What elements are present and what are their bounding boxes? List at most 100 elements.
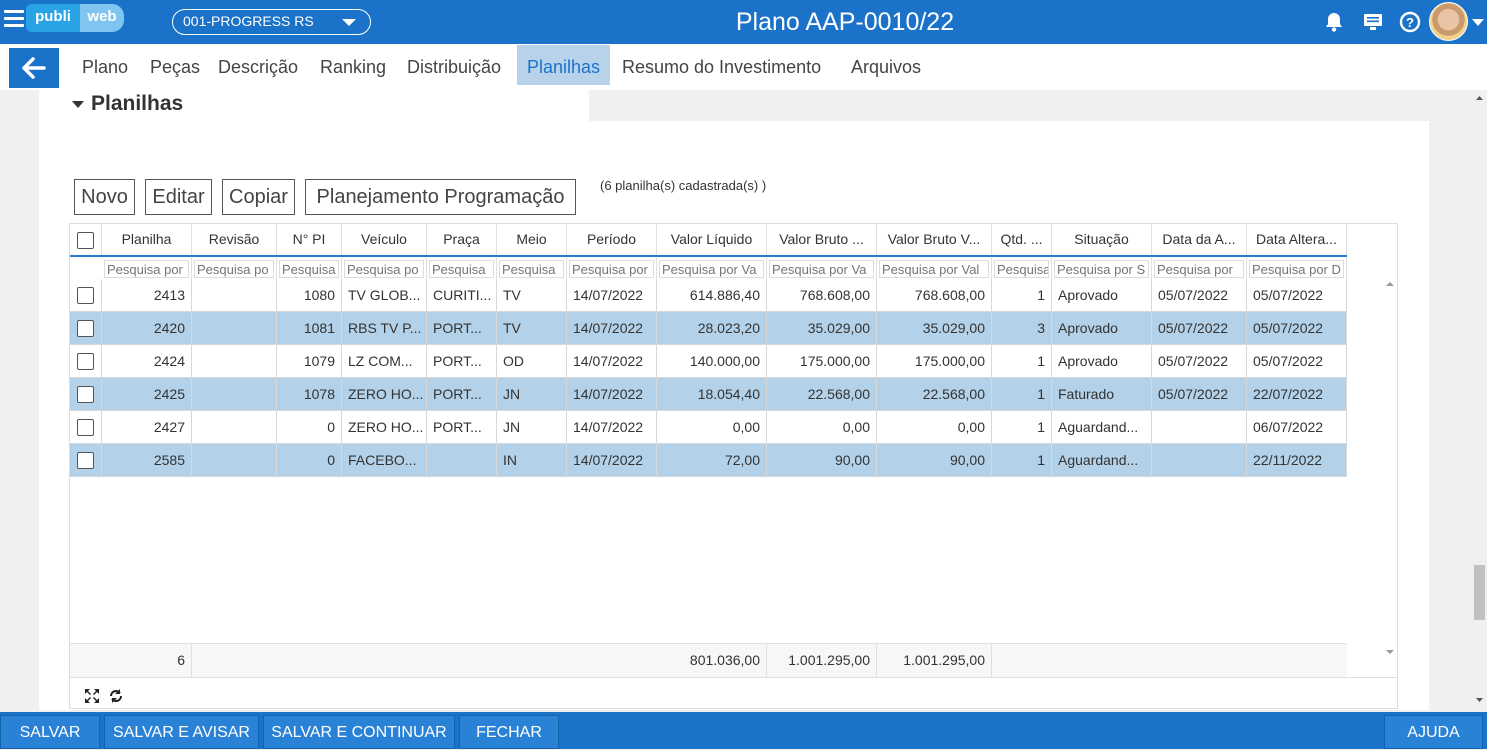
- fechar-button[interactable]: FECHAR: [459, 715, 559, 749]
- column-header[interactable]: Valor Bruto V...: [877, 224, 992, 255]
- filter-input[interactable]: [499, 260, 564, 278]
- help-icon[interactable]: ?: [1399, 11, 1421, 33]
- tab-descricao[interactable]: Descrição: [208, 45, 308, 85]
- column-header[interactable]: Meio: [497, 224, 567, 255]
- planilhas-grid: Planilha Revisão N° PI Veículo Praça Mei…: [69, 223, 1398, 709]
- filter-cell: [497, 258, 567, 280]
- tab-plano[interactable]: Plano: [72, 45, 138, 85]
- refresh-icon[interactable]: [108, 688, 124, 704]
- editar-button[interactable]: Editar: [145, 179, 212, 215]
- grid-toolbar: [70, 677, 1397, 708]
- table-row[interactable]: 2585 0 FACEBO... IN 14/07/2022 72,00 90,…: [70, 444, 1347, 477]
- bell-icon[interactable]: [1323, 11, 1345, 33]
- cell-n-pi: 0: [277, 411, 342, 444]
- row-checkbox-cell[interactable]: [70, 444, 102, 477]
- column-header[interactable]: Valor Líquido: [657, 224, 767, 255]
- chevron-down-icon[interactable]: [1472, 19, 1484, 26]
- row-checkbox[interactable]: [77, 386, 94, 403]
- column-header[interactable]: Data Altera...: [1247, 224, 1347, 255]
- cell-periodo: 14/07/2022: [567, 279, 657, 312]
- cell-data-alteracao: 22/11/2022: [1247, 444, 1347, 477]
- cell-veiculo: TV GLOB...: [342, 279, 427, 312]
- filter-input[interactable]: [1249, 260, 1344, 278]
- grid-scrollbar[interactable]: [1381, 276, 1398, 661]
- table-row[interactable]: 2420 1081 RBS TV P... PORT... TV 14/07/2…: [70, 312, 1347, 345]
- table-row[interactable]: 2425 1078 ZERO HO... PORT... JN 14/07/20…: [70, 378, 1347, 411]
- cell-revisao: [192, 345, 277, 378]
- page-scrollbar[interactable]: [1472, 90, 1487, 710]
- row-checkbox[interactable]: [77, 419, 94, 436]
- column-header[interactable]: Valor Bruto ...: [767, 224, 877, 255]
- tab-pecas[interactable]: Peças: [140, 45, 210, 85]
- row-checkbox-cell[interactable]: [70, 279, 102, 312]
- row-checkbox-cell[interactable]: [70, 312, 102, 345]
- column-header[interactable]: Qtd. ...: [992, 224, 1052, 255]
- tab-distribuicao[interactable]: Distribuição: [397, 45, 511, 85]
- salvar-e-continuar-button[interactable]: SALVAR E CONTINUAR: [263, 715, 455, 749]
- grid-header: Planilha Revisão N° PI Veículo Praça Mei…: [70, 224, 1347, 257]
- cell-praca: PORT...: [427, 411, 497, 444]
- column-header[interactable]: Veículo: [342, 224, 427, 255]
- monitor-icon[interactable]: [1362, 11, 1384, 33]
- salvar-button[interactable]: SALVAR: [0, 715, 100, 749]
- row-checkbox[interactable]: [77, 353, 94, 370]
- filter-input[interactable]: [994, 260, 1049, 278]
- scroll-down-arrow-icon[interactable]: [1386, 650, 1394, 654]
- tab-planilhas[interactable]: Planilhas: [517, 45, 611, 85]
- scroll-up-arrow-icon[interactable]: [1386, 282, 1394, 286]
- row-checkbox[interactable]: [77, 320, 94, 337]
- cell-revisao: [192, 312, 277, 345]
- filter-input[interactable]: [279, 260, 339, 278]
- filter-input[interactable]: [344, 260, 424, 278]
- tab-arquivos[interactable]: Arquivos: [841, 45, 931, 85]
- header-select-all[interactable]: [70, 224, 102, 255]
- row-checkbox-cell[interactable]: [70, 345, 102, 378]
- row-checkbox[interactable]: [77, 452, 94, 469]
- table-row[interactable]: 2427 0 ZERO HO... PORT... JN 14/07/2022 …: [70, 411, 1347, 444]
- salvar-e-avisar-button[interactable]: SALVAR E AVISAR: [104, 715, 259, 749]
- menu-icon[interactable]: [4, 10, 24, 30]
- cell-valor-bruto-v: 175.000,00: [877, 345, 992, 378]
- cell-revisao: [192, 378, 277, 411]
- avatar[interactable]: [1429, 2, 1468, 41]
- cell-valor-bruto: 768.608,00: [767, 279, 877, 312]
- tab-resumo-investimento[interactable]: Resumo do Investimento: [612, 45, 831, 85]
- row-checkbox[interactable]: [77, 287, 94, 304]
- ajuda-button[interactable]: AJUDA: [1384, 715, 1483, 749]
- column-header[interactable]: Situação: [1052, 224, 1152, 255]
- filter-input[interactable]: [879, 260, 989, 278]
- client-selector[interactable]: 001-PROGRESS RS: [172, 9, 371, 35]
- table-row[interactable]: 2424 1079 LZ COM... PORT... OD 14/07/202…: [70, 345, 1347, 378]
- section-header[interactable]: Planilhas: [72, 92, 183, 116]
- row-checkbox-cell[interactable]: [70, 378, 102, 411]
- table-row[interactable]: 2413 1080 TV GLOB... CURITI... TV 14/07/…: [70, 279, 1347, 312]
- filter-row: [70, 258, 1347, 280]
- copiar-button[interactable]: Copiar: [222, 179, 295, 215]
- column-header[interactable]: Praça: [427, 224, 497, 255]
- novo-button[interactable]: Novo: [74, 179, 135, 215]
- cell-data-alteracao: 05/07/2022: [1247, 279, 1347, 312]
- filter-input[interactable]: [769, 260, 874, 278]
- column-header[interactable]: N° PI: [277, 224, 342, 255]
- expand-icon[interactable]: [84, 688, 100, 704]
- column-header[interactable]: Data da A...: [1152, 224, 1247, 255]
- filter-input[interactable]: [1154, 260, 1244, 278]
- filter-input[interactable]: [659, 260, 764, 278]
- row-checkbox-cell[interactable]: [70, 411, 102, 444]
- back-button[interactable]: [9, 48, 59, 88]
- tab-ranking[interactable]: Ranking: [310, 45, 396, 85]
- cell-revisao: [192, 279, 277, 312]
- filter-input[interactable]: [1054, 260, 1149, 278]
- column-header[interactable]: Planilha: [102, 224, 192, 255]
- planejamento-programacao-button[interactable]: Planejamento Programação: [305, 179, 576, 215]
- column-header[interactable]: Revisão: [192, 224, 277, 255]
- scroll-thumb[interactable]: [1474, 565, 1485, 620]
- cell-veiculo: LZ COM...: [342, 345, 427, 378]
- filter-input[interactable]: [569, 260, 654, 278]
- top-bar: publi web 001-PROGRESS RS Plano AAP-0010…: [0, 0, 1487, 44]
- filter-input[interactable]: [104, 260, 189, 278]
- column-header[interactable]: Período: [567, 224, 657, 255]
- filter-input[interactable]: [429, 260, 494, 278]
- filter-input[interactable]: [194, 260, 274, 278]
- select-all-checkbox[interactable]: [77, 232, 94, 249]
